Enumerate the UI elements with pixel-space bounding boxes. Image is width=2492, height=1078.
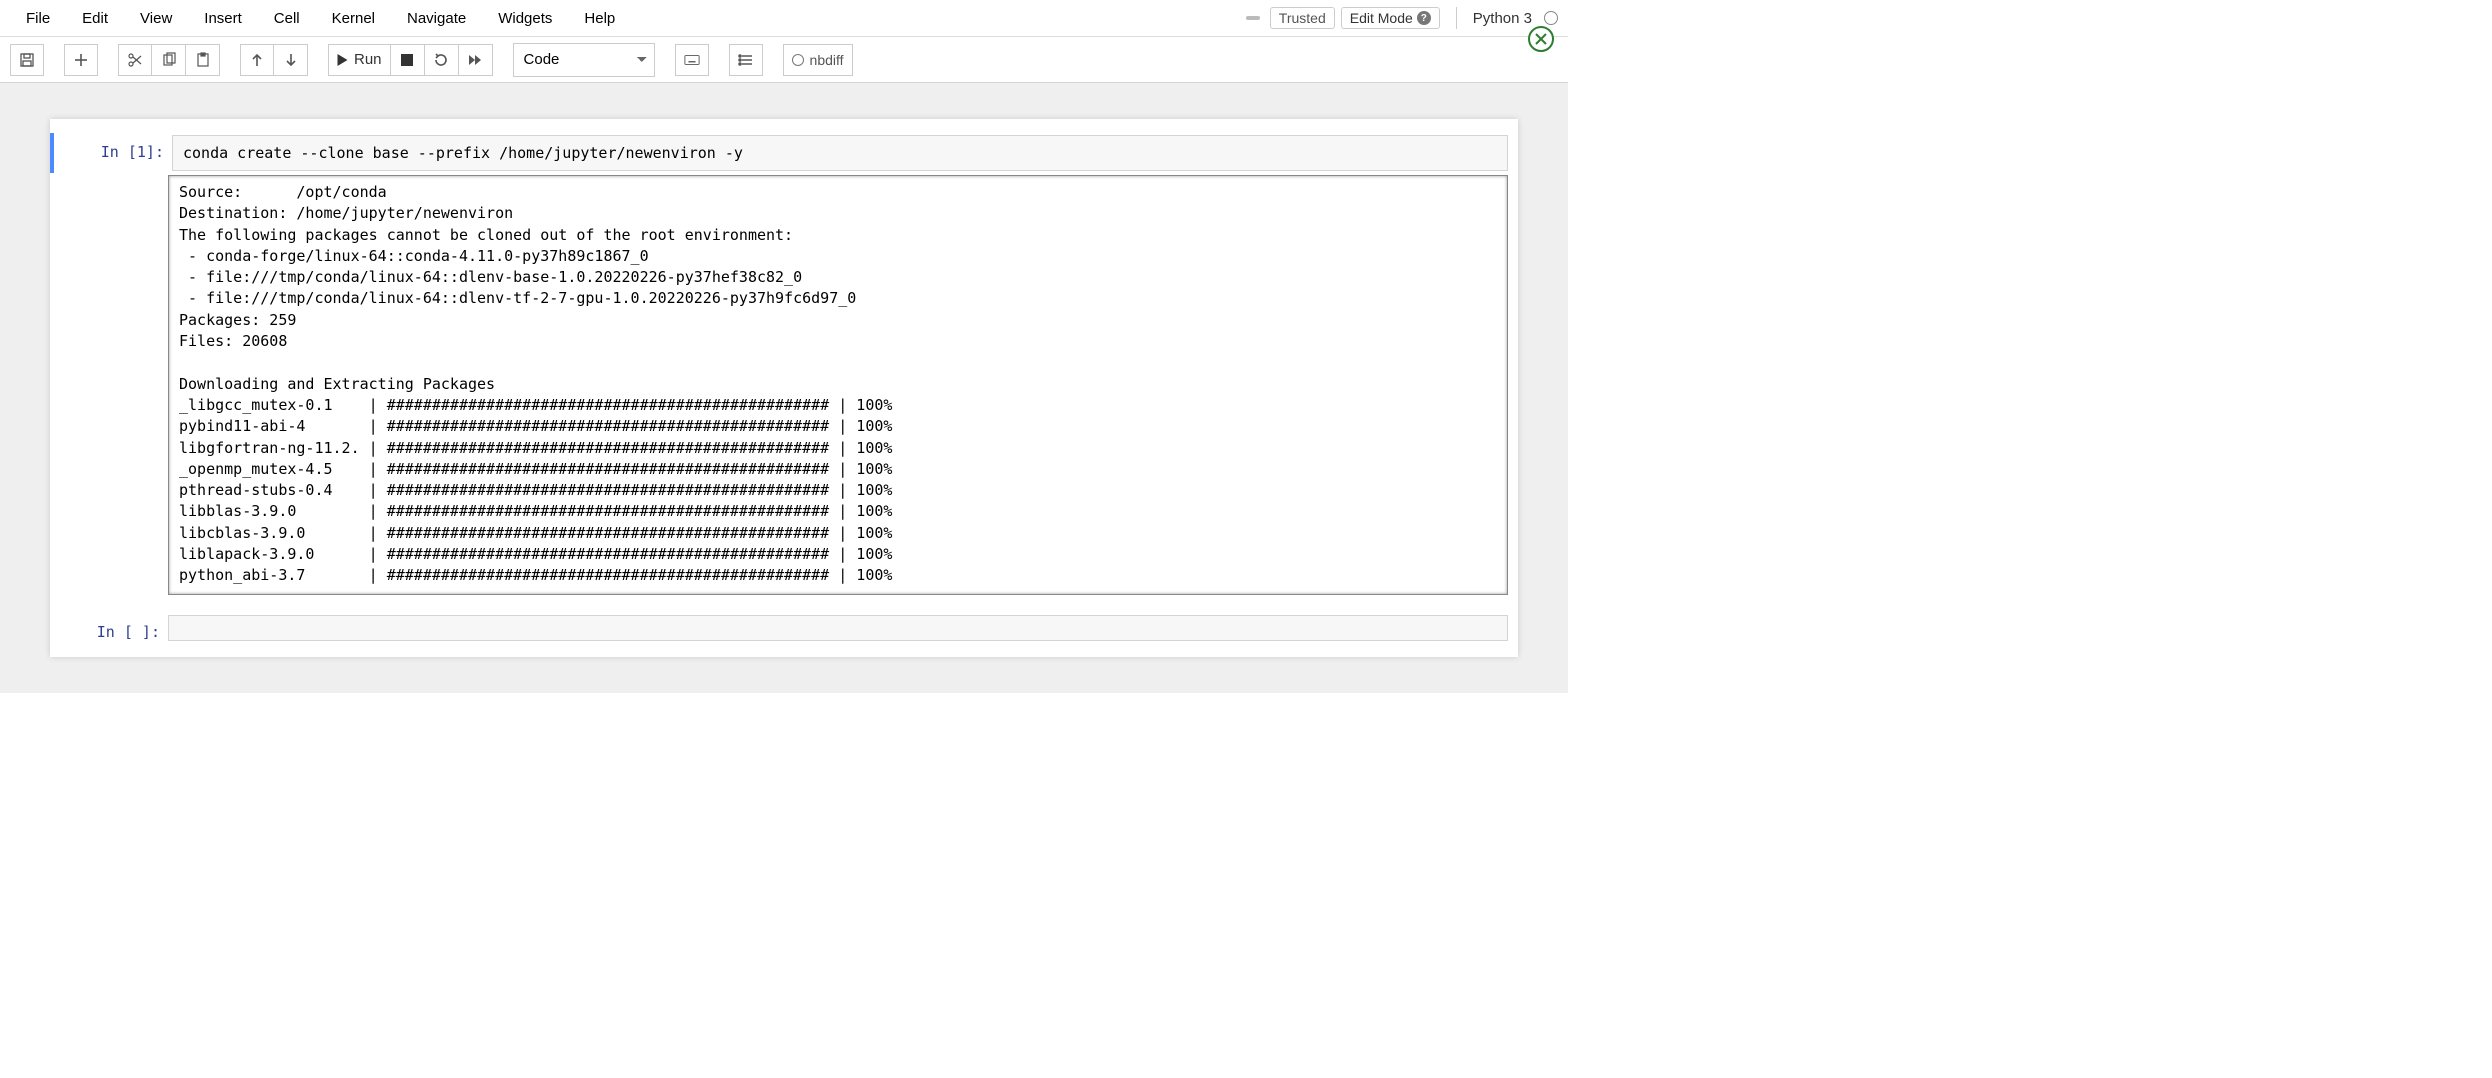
command-palette-button[interactable]	[675, 44, 709, 76]
save-button[interactable]	[10, 44, 44, 76]
cell-type-select[interactable]: Code	[513, 43, 655, 77]
keyboard-icon	[684, 52, 700, 68]
help-icon: ?	[1417, 11, 1431, 25]
play-icon	[337, 54, 348, 66]
divider	[1456, 7, 1457, 29]
output-prompt	[50, 175, 168, 595]
trusted-badge[interactable]: Trusted	[1270, 7, 1335, 29]
code-input[interactable]: conda create --clone base --prefix /home…	[172, 135, 1508, 171]
toolbar: Run Code nbdiff	[0, 37, 1568, 83]
menu-kernel[interactable]: Kernel	[316, 4, 391, 33]
restart-icon	[433, 52, 449, 68]
copy-button[interactable]	[152, 44, 186, 76]
input-prompt: In [1]:	[54, 135, 172, 171]
input-prompt: In [ ]:	[50, 615, 168, 641]
run-label: Run	[354, 51, 382, 68]
edit-mode-label: Edit Mode	[1350, 10, 1413, 26]
notebook: In [1]: conda create --clone base --pref…	[50, 119, 1518, 657]
code-cell[interactable]: In [ ]:	[50, 613, 1518, 643]
notebook-container: In [1]: conda create --clone base --pref…	[0, 83, 1568, 693]
nbdiff-button[interactable]: nbdiff	[783, 44, 853, 76]
kernel-name[interactable]: Python 3	[1473, 10, 1532, 27]
menu-cell[interactable]: Cell	[258, 4, 316, 33]
toc-button[interactable]	[729, 44, 763, 76]
menu-edit[interactable]: Edit	[66, 4, 124, 33]
edit-mode-badge[interactable]: Edit Mode?	[1341, 7, 1440, 29]
nbdiff-label: nbdiff	[810, 52, 844, 68]
insert-cell-button[interactable]	[64, 44, 98, 76]
restart-run-all-button[interactable]	[459, 44, 493, 76]
stop-icon	[401, 54, 413, 66]
menu-navigate[interactable]: Navigate	[391, 4, 482, 33]
restart-button[interactable]	[425, 44, 459, 76]
menu-insert[interactable]: Insert	[188, 4, 258, 33]
kernel-status-icon	[1544, 11, 1558, 25]
move-down-button[interactable]	[274, 44, 308, 76]
arrow-down-icon	[283, 52, 299, 68]
scissors-icon	[127, 52, 143, 68]
close-button[interactable]	[1528, 26, 1554, 52]
fast-forward-icon	[467, 52, 483, 68]
list-icon	[738, 52, 754, 68]
paste-icon	[195, 52, 211, 68]
circle-icon	[792, 54, 804, 66]
notification-indicator	[1246, 16, 1260, 20]
interrupt-button[interactable]	[391, 44, 425, 76]
cut-button[interactable]	[118, 44, 152, 76]
plus-icon	[73, 52, 89, 68]
menu-view[interactable]: View	[124, 4, 188, 33]
menu-bar: File Edit View Insert Cell Kernel Naviga…	[0, 0, 1568, 37]
copy-icon	[161, 52, 177, 68]
close-icon	[1534, 32, 1548, 46]
cell-output[interactable]: Source: /opt/conda Destination: /home/ju…	[168, 175, 1508, 595]
arrow-up-icon	[249, 52, 265, 68]
paste-button[interactable]	[186, 44, 220, 76]
menu-file[interactable]: File	[10, 4, 66, 33]
menu-widgets[interactable]: Widgets	[482, 4, 568, 33]
move-up-button[interactable]	[240, 44, 274, 76]
menu-help[interactable]: Help	[568, 4, 631, 33]
code-cell[interactable]: In [1]: conda create --clone base --pref…	[50, 133, 1518, 595]
save-icon	[19, 52, 35, 68]
code-input[interactable]	[168, 615, 1508, 641]
run-button[interactable]: Run	[328, 44, 391, 76]
